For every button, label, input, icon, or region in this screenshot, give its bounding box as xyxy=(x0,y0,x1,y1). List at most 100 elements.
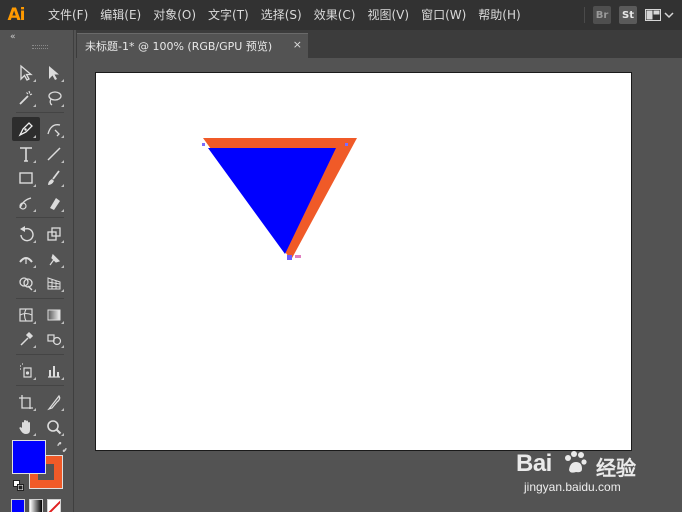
blend-tool[interactable] xyxy=(40,327,68,351)
watermark-brand: Bai xyxy=(516,450,552,477)
mesh-tool[interactable] xyxy=(12,303,40,327)
pen-tool[interactable] xyxy=(12,117,40,141)
tool-row xyxy=(12,390,68,415)
tool-group-indicator xyxy=(61,432,64,436)
artboard-tool[interactable] xyxy=(12,390,40,414)
menu-window[interactable]: 窗口(W) xyxy=(415,0,472,30)
gradient-tool[interactable] xyxy=(40,303,68,327)
tool-group-indicator xyxy=(61,103,64,107)
menu-file[interactable]: 文件(F) xyxy=(42,0,94,30)
tool-grid xyxy=(12,61,68,439)
workspace-switcher[interactable] xyxy=(645,9,674,21)
curvature-tool[interactable] xyxy=(40,117,68,141)
tool-group-indicator xyxy=(61,159,64,163)
rectangle-tool[interactable] xyxy=(12,166,40,190)
tools-panel: « xyxy=(6,30,74,512)
tool-group-indicator xyxy=(61,208,64,212)
eraser-tool[interactable] xyxy=(40,191,68,215)
fill-swatch[interactable] xyxy=(12,440,46,474)
menu-help[interactable]: 帮助(H) xyxy=(472,0,526,30)
scale-tool[interactable] xyxy=(40,222,68,246)
tool-row xyxy=(12,359,68,384)
tool-row xyxy=(12,415,68,440)
tool-group-indicator xyxy=(33,376,36,380)
tool-group-indicator xyxy=(61,408,64,411)
watermark-url: jingyan.baidu.com xyxy=(524,480,621,494)
baidu-paw-icon xyxy=(565,451,587,473)
tool-row xyxy=(12,61,68,86)
document-tab-title: 未标题-1* @ 100% (RGB/GPU 预览) xyxy=(85,40,273,53)
tool-group-divider xyxy=(16,297,64,302)
tool-row xyxy=(12,86,68,111)
tool-row xyxy=(12,142,68,167)
hand-tool[interactable] xyxy=(12,415,40,439)
magic-wand-tool[interactable] xyxy=(12,86,40,110)
tool-row xyxy=(12,222,68,247)
eyedropper-tool[interactable] xyxy=(12,327,40,351)
type-tool[interactable] xyxy=(12,142,40,166)
menu-type[interactable]: 文字(T) xyxy=(202,0,255,30)
tool-row xyxy=(12,247,68,272)
panel-grip[interactable] xyxy=(32,45,48,49)
pen-cursor-hint xyxy=(295,255,301,258)
menu-object[interactable]: 对象(O) xyxy=(147,0,202,30)
anchor-point[interactable] xyxy=(202,143,205,146)
default-colors-icon[interactable] xyxy=(13,480,24,491)
tool-group-indicator xyxy=(33,79,36,82)
tool-row xyxy=(12,166,68,191)
none-mode-button[interactable] xyxy=(47,499,61,512)
menu-edit[interactable]: 编辑(E) xyxy=(94,0,147,30)
tool-group-indicator xyxy=(33,103,36,107)
fill-stroke-control xyxy=(11,440,69,492)
lasso-tool[interactable] xyxy=(40,86,68,110)
rotate-tool[interactable] xyxy=(12,222,40,246)
direct-selection-tool[interactable] xyxy=(40,61,68,85)
tool-group-indicator xyxy=(61,320,64,324)
menu-view[interactable]: 视图(V) xyxy=(361,0,415,30)
tool-group-divider xyxy=(16,112,64,116)
tool-group-indicator xyxy=(33,408,36,411)
tool-row xyxy=(12,191,68,216)
gradient-mode-button[interactable] xyxy=(29,499,43,512)
color-mode-row xyxy=(11,499,61,512)
width-tool[interactable] xyxy=(12,247,40,271)
chevron-down-icon xyxy=(664,12,674,19)
tool-group-indicator xyxy=(33,159,36,163)
tool-group-indicator xyxy=(61,135,64,138)
menu-select[interactable]: 选择(S) xyxy=(255,0,308,30)
tool-row xyxy=(12,327,68,352)
swap-fill-stroke-icon[interactable] xyxy=(57,442,67,452)
symbol-sprayer-tool[interactable] xyxy=(12,359,40,383)
color-mode-button[interactable] xyxy=(11,499,25,512)
menu-effect[interactable]: 效果(C) xyxy=(308,0,362,30)
watermark-cn: 经验 xyxy=(596,456,636,480)
perspective-grid-tool[interactable] xyxy=(40,271,68,295)
menu-bar: Ai 文件(F) 编辑(E) 对象(O) 文字(T) 选择(S) 效果(C) 视… xyxy=(0,0,682,30)
close-tab-button[interactable]: × xyxy=(293,38,302,51)
tool-group-divider xyxy=(16,217,64,221)
anchor-point[interactable] xyxy=(287,255,292,260)
line-segment-tool[interactable] xyxy=(40,142,68,166)
document-tab[interactable]: 未标题-1* @ 100% (RGB/GPU 预览) × xyxy=(77,33,308,58)
shaper-tool[interactable] xyxy=(12,191,40,215)
zoom-tool[interactable] xyxy=(40,415,68,439)
puppet-warp-tool[interactable] xyxy=(40,247,68,271)
shape-builder-tool[interactable] xyxy=(12,271,40,295)
slice-tool[interactable] xyxy=(40,390,68,414)
tool-row xyxy=(12,117,68,142)
collapse-panel-button[interactable]: « xyxy=(10,32,16,42)
paintbrush-tool[interactable] xyxy=(40,166,68,190)
selection-tool[interactable] xyxy=(12,61,40,85)
tool-group-divider xyxy=(16,385,64,389)
tool-group-indicator xyxy=(33,135,36,138)
tool-group-indicator xyxy=(33,320,36,324)
app-logo[interactable]: Ai xyxy=(0,0,32,30)
menu-separator xyxy=(584,7,585,23)
tool-group-indicator xyxy=(61,289,64,292)
anchor-point[interactable] xyxy=(345,143,348,146)
tool-group-indicator xyxy=(61,240,64,243)
tool-row xyxy=(12,303,68,328)
bridge-button[interactable]: Br xyxy=(593,6,611,24)
stock-button[interactable]: St xyxy=(619,6,637,24)
column-graph-tool[interactable] xyxy=(40,359,68,383)
